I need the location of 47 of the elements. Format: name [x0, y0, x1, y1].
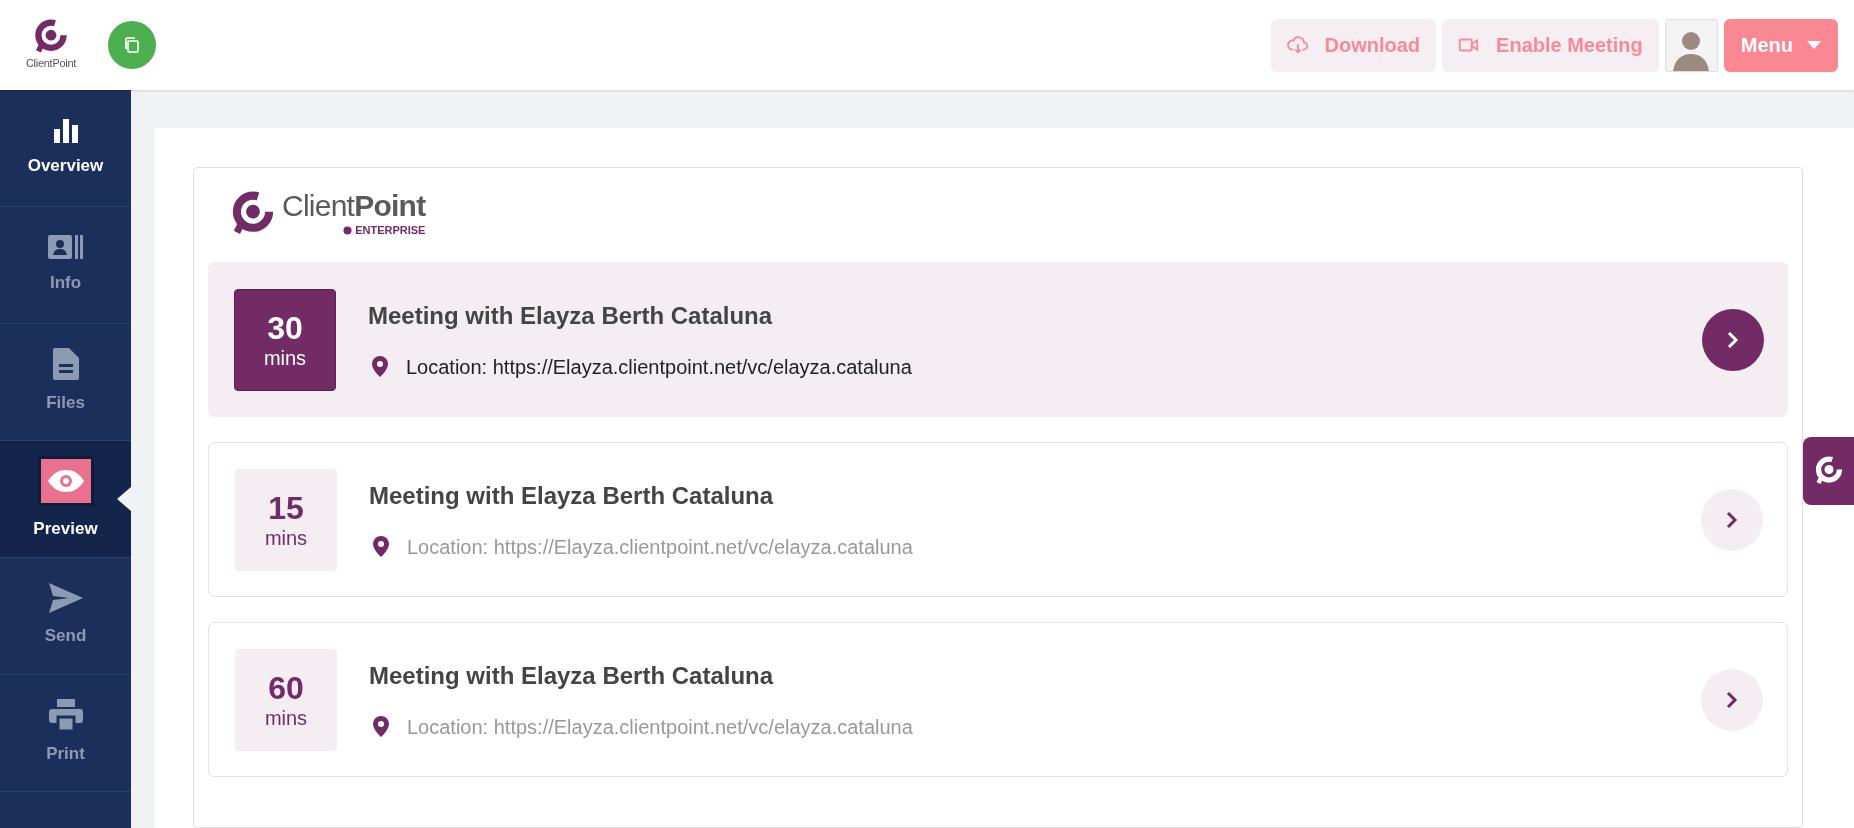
sidebar-item[interactable]: Preview	[0, 441, 131, 558]
contact-card-icon	[47, 234, 84, 261]
menu-button[interactable]: Menu	[1723, 18, 1838, 72]
clientpoint-tab[interactable]	[1803, 437, 1854, 505]
duration-number: 15	[268, 489, 304, 526]
meeting-location: Location: https://Elayza.clientpoint.net/vc/elayza.cataluna	[407, 534, 913, 560]
meeting-row[interactable]: 15 mins Meeting with Elayza Berth Cataluna Location: https://Elayza.clientpoint.net/vc/elayza.cataluna	[208, 442, 1788, 597]
document-icon	[52, 348, 79, 381]
send-icon	[48, 583, 83, 614]
video-camera-icon	[1458, 36, 1481, 54]
copy-button[interactable]	[108, 21, 156, 69]
duration-unit: mins	[264, 705, 308, 730]
duration-unit: mins	[264, 525, 308, 550]
logo-text: ClientPoint	[25, 55, 77, 71]
brand-name: ClientPoint	[282, 189, 426, 222]
caret-icon	[1807, 41, 1821, 49]
meeting-location: Location: https://Elayza.clientpoint.net/vc/elayza.cataluna	[406, 354, 912, 380]
chevron-right-icon	[1726, 510, 1738, 529]
duration-number: 30	[267, 309, 303, 346]
chevron-right-icon	[1726, 690, 1738, 709]
sidebar-item[interactable]: Overview	[0, 90, 131, 207]
duration-number: 60	[268, 669, 304, 706]
copy-icon	[123, 36, 141, 54]
meeting-row[interactable]: 60 mins Meeting with Elayza Berth Cataluna Location: https://Elayza.clientpoint.net/vc/elayza.cataluna	[208, 622, 1788, 777]
duration-unit: mins	[263, 345, 307, 370]
selection-pointer-icon	[117, 487, 131, 511]
logo-icon	[32, 18, 70, 55]
location-pin-icon	[372, 356, 388, 377]
sidebar-item[interactable]: Info	[0, 207, 131, 324]
meeting-location: Location: https://Elayza.clientpoint.net/vc/elayza.cataluna	[407, 714, 913, 740]
eye-icon	[47, 470, 84, 493]
sidebar-item[interactable]: Print	[0, 675, 131, 792]
sidebar-item[interactable]: Send	[0, 558, 131, 675]
meeting-title: Meeting with Elayza Berth Cataluna	[368, 300, 774, 331]
cloud-download-icon	[1286, 35, 1309, 55]
chevron-right-icon	[1727, 330, 1739, 349]
avatar-placeholder[interactable]	[1664, 18, 1718, 72]
printer-icon	[48, 699, 83, 732]
bar-chart-icon	[51, 117, 80, 144]
globe-icon	[343, 225, 353, 235]
meeting-title: Meeting with Elayza Berth Cataluna	[369, 660, 775, 691]
edition-label: ENTERPRISE	[355, 222, 426, 238]
meeting-title: Meeting with Elayza Berth Cataluna	[369, 480, 775, 511]
location-pin-icon	[373, 716, 389, 737]
meeting-row[interactable]: 30 mins Meeting with Elayza Berth Cataluna Location: https://Elayza.clientpoint.net/vc/elayza.cataluna	[208, 262, 1788, 417]
logo-icon	[1813, 456, 1844, 486]
location-pin-icon	[373, 536, 389, 557]
